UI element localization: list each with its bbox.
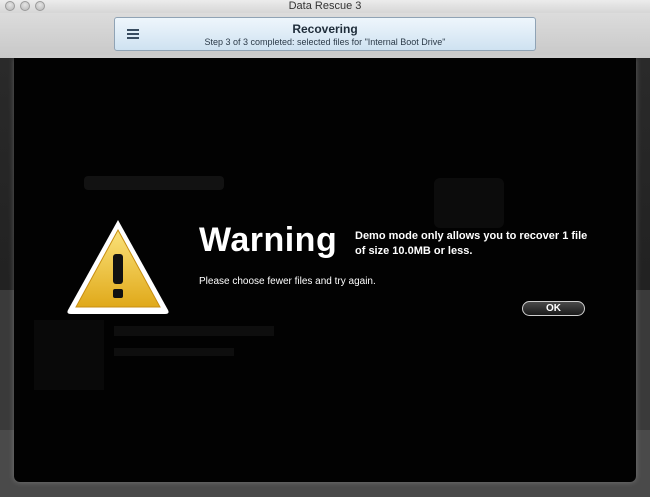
background-ghost-text	[84, 176, 224, 190]
toolbar: Recovering Step 3 of 3 completed: select…	[0, 13, 650, 58]
background-ghost-shape	[434, 178, 504, 228]
status-panel: Recovering Step 3 of 3 completed: select…	[114, 17, 536, 51]
warning-icon	[67, 220, 169, 314]
status-subtitle: Step 3 of 3 completed: selected files fo…	[204, 37, 446, 47]
status-title: Recovering	[292, 22, 358, 36]
background-ghost-thumbnail	[34, 320, 104, 390]
warning-dialog: Warning Demo mode only allows you to rec…	[14, 58, 636, 482]
dialog-heading: Warning	[199, 221, 338, 259]
dialog-message: Demo mode only allows you to recover 1 f…	[355, 230, 588, 257]
ok-button[interactable]: OK	[522, 301, 585, 316]
background-ghost-line	[114, 348, 234, 356]
window-title: Data Rescue 3	[288, 0, 362, 12]
title-bar: Data Rescue 3	[0, 0, 650, 13]
background-ghost-line	[114, 326, 274, 336]
dialog-submessage: Please choose fewer files and try again.	[199, 276, 376, 287]
